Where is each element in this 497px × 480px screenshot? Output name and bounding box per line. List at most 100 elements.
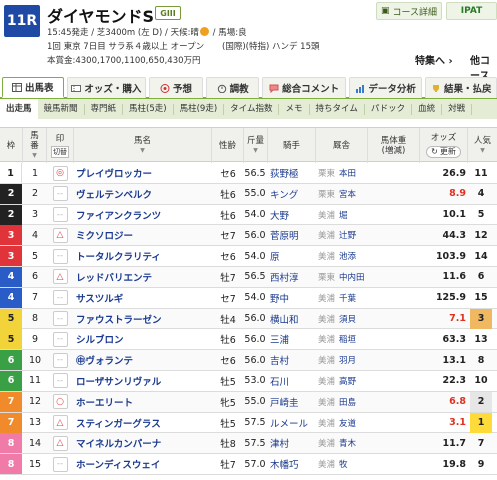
col-popularity[interactable]: 人気 ▼	[468, 128, 497, 163]
jockey-link[interactable]: ルメール	[270, 413, 308, 433]
mark-selector[interactable]: --	[48, 454, 72, 474]
odds-value[interactable]: 63.3	[422, 329, 466, 349]
horse-name-link[interactable]: ㊥ヴォランテ	[76, 350, 211, 370]
jockey-link[interactable]: 石川	[270, 371, 308, 391]
trainer-link[interactable]: 本田	[339, 167, 356, 179]
tab-shutuba[interactable]: 出馬表	[2, 77, 64, 98]
odds-value[interactable]: 11.7	[422, 433, 466, 453]
odds-value[interactable]: 22.3	[422, 371, 466, 391]
horse-name-link[interactable]: ローザサンリヴァル	[76, 371, 211, 391]
ipat-button[interactable]: IPAT	[446, 2, 497, 20]
subtab-past9[interactable]: 馬柱(9走)	[174, 103, 225, 115]
tab-odds[interactable]: オッズ・購入	[66, 77, 147, 98]
mark-selector[interactable]: ◎	[48, 163, 72, 183]
jockey-link[interactable]: 戸崎圭	[270, 392, 308, 412]
col-horse[interactable]: 馬名 ▼	[74, 128, 212, 163]
mark-selector[interactable]: --	[48, 309, 72, 329]
jockey-link[interactable]: 荻野極	[270, 163, 308, 183]
horse-name-link[interactable]: ホーンディスウェイ	[76, 454, 211, 474]
mark-toggle[interactable]: 切替	[51, 145, 69, 158]
odds-value[interactable]: 10.1	[422, 205, 466, 225]
subtab-newspaper[interactable]: 競馬新聞	[38, 103, 85, 115]
odds-value[interactable]: 11.6	[422, 267, 466, 287]
subtab-specialist[interactable]: 専門紙	[85, 103, 124, 115]
jockey-link[interactable]: 原	[270, 246, 308, 266]
trainer-link[interactable]: 友道	[339, 417, 356, 429]
update-button[interactable]: ↻ 更新	[426, 146, 461, 158]
subtab-best-time[interactable]: 持ちタイム	[310, 103, 365, 115]
subtab-paddock[interactable]: パドック	[365, 103, 413, 115]
subtab-pedigree[interactable]: 血統	[412, 103, 443, 115]
special-link[interactable]: 特集へ ›	[415, 52, 453, 67]
horse-name-link[interactable]: マイネルカンパーナ	[76, 433, 211, 453]
tab-data[interactable]: データ分析	[348, 77, 423, 98]
horse-name-link[interactable]: ファイアンクランツ	[76, 205, 211, 225]
odds-value[interactable]: 13.1	[422, 350, 466, 370]
jockey-link[interactable]: 西村淳	[270, 267, 308, 287]
odds-value[interactable]: 125.9	[422, 288, 466, 308]
tab-prediction[interactable]: 予想	[149, 77, 203, 98]
mark-selector[interactable]: --	[48, 246, 72, 266]
jockey-link[interactable]: 木幡巧	[270, 454, 308, 474]
odds-value[interactable]: 103.9	[422, 246, 466, 266]
horse-name-link[interactable]: ミクソロジー	[76, 225, 211, 245]
mark-selector[interactable]: --	[48, 371, 72, 391]
jockey-link[interactable]: 横山和	[270, 309, 308, 329]
trainer-link[interactable]: 須貝	[339, 313, 356, 325]
horse-name-link[interactable]: トータルクラリティ	[76, 246, 211, 266]
horse-name-link[interactable]: ファウストラーゼン	[76, 309, 211, 329]
trainer-link[interactable]: 高野	[339, 375, 356, 387]
mark-selector[interactable]: ○	[48, 392, 72, 412]
horse-name-link[interactable]: プレイヴロッカー	[76, 163, 211, 183]
jockey-link[interactable]: 津村	[270, 433, 308, 453]
subtab-past5[interactable]: 馬柱(5走)	[123, 103, 174, 115]
col-umaban[interactable]: 馬番 ▼	[23, 128, 47, 163]
odds-value[interactable]: 19.8	[422, 454, 466, 474]
mark-selector[interactable]: --	[48, 184, 72, 204]
odds-value[interactable]: 26.9	[422, 163, 466, 183]
trainer-link[interactable]: 牧	[339, 458, 348, 470]
horse-name-link[interactable]: スティンガーグラス	[76, 413, 211, 433]
odds-value[interactable]: 8.9	[422, 184, 466, 204]
subtab-time-index[interactable]: タイム指数	[224, 103, 280, 115]
trainer-link[interactable]: 青木	[339, 437, 356, 449]
trainer-link[interactable]: 堀	[339, 209, 348, 221]
trainer-link[interactable]: 池添	[339, 250, 356, 262]
subtab-memo[interactable]: メモ	[279, 103, 310, 115]
mark-selector[interactable]: --	[48, 205, 72, 225]
mark-selector[interactable]: --	[48, 350, 72, 370]
tab-comment[interactable]: 総合コメント	[262, 77, 346, 98]
subtab-entries[interactable]: 出走馬	[0, 99, 38, 119]
trainer-link[interactable]: 宮本	[339, 188, 356, 200]
odds-value[interactable]: 3.1	[422, 413, 466, 433]
odds-value[interactable]: 6.8	[422, 392, 466, 412]
horse-name-link[interactable]: ヴェルテンベルク	[76, 184, 211, 204]
mark-selector[interactable]: △	[48, 413, 72, 433]
jockey-link[interactable]: 野中	[270, 288, 308, 308]
trainer-link[interactable]: 千葉	[339, 292, 356, 304]
subtab-matchup[interactable]: 対戦	[442, 103, 473, 115]
trainer-link[interactable]: 羽月	[339, 354, 356, 366]
mark-selector[interactable]: △	[48, 225, 72, 245]
jockey-link[interactable]: 大野	[270, 205, 308, 225]
horse-name-link[interactable]: レッドバリエンテ	[76, 267, 211, 287]
col-kinryo[interactable]: 斤量 ▼	[244, 128, 268, 163]
tab-results[interactable]: 結果・払戻	[425, 77, 497, 98]
mark-selector[interactable]: △	[48, 433, 72, 453]
course-detail-button[interactable]: ▣ コース詳細	[376, 2, 442, 20]
trainer-link[interactable]: 辻野	[339, 229, 356, 241]
horse-name-link[interactable]: シルブロン	[76, 329, 211, 349]
trainer-link[interactable]: 稲垣	[339, 333, 356, 345]
col-mark[interactable]: 印切替	[47, 128, 74, 163]
horse-name-link[interactable]: ホーエリート	[76, 392, 211, 412]
mark-selector[interactable]: --	[48, 329, 72, 349]
jockey-link[interactable]: 吉村	[270, 350, 308, 370]
mark-selector[interactable]: --	[48, 288, 72, 308]
odds-value[interactable]: 44.3	[422, 225, 466, 245]
horse-name-link[interactable]: サスツルギ	[76, 288, 211, 308]
trainer-link[interactable]: 田島	[339, 396, 356, 408]
mark-selector[interactable]: △	[48, 267, 72, 287]
tab-training[interactable]: 調教	[205, 77, 260, 98]
trainer-link[interactable]: 中内田	[339, 271, 365, 283]
jockey-link[interactable]: 菅原明	[270, 225, 308, 245]
